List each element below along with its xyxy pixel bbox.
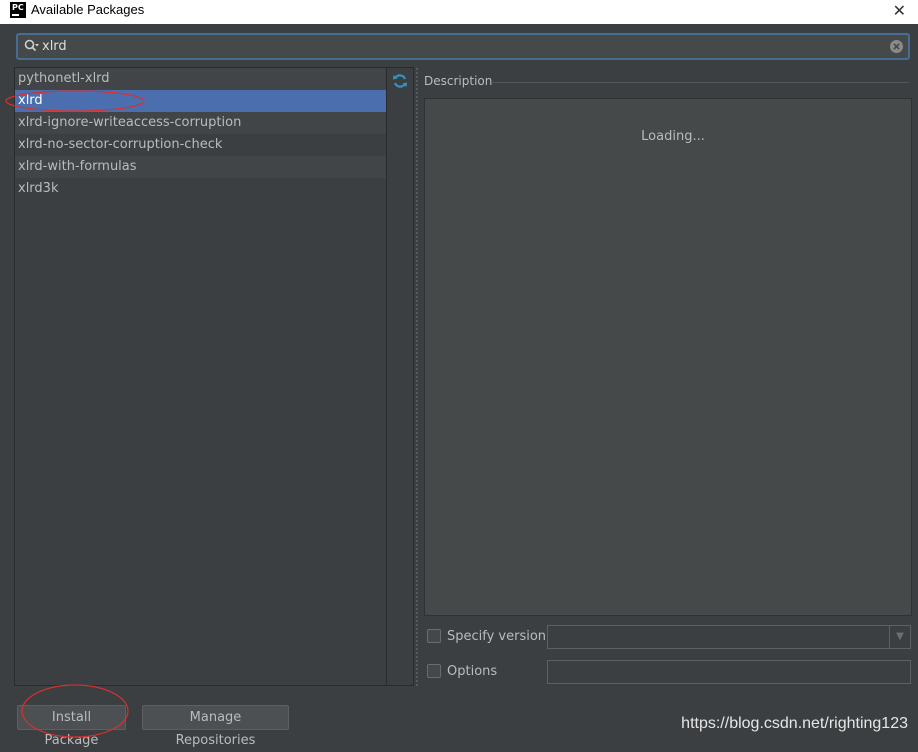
- title-bar: PC Available Packages ✕: [0, 0, 918, 24]
- package-list-item[interactable]: xlrd: [15, 90, 386, 112]
- list-toolbar: [387, 67, 414, 686]
- watermark-text: https://blog.csdn.net/righting123: [681, 715, 908, 732]
- search-icon[interactable]: [24, 39, 40, 53]
- package-list-item[interactable]: xlrd-with-formulas: [15, 156, 386, 178]
- refresh-icon[interactable]: [392, 73, 408, 89]
- chevron-down-icon[interactable]: ▼: [889, 626, 910, 648]
- version-select[interactable]: ▼: [547, 625, 911, 649]
- clear-search-icon[interactable]: [889, 39, 904, 54]
- package-list-item[interactable]: xlrd3k: [15, 178, 386, 200]
- package-list-item[interactable]: xlrd-no-sector-corruption-check: [15, 134, 386, 156]
- manage-repositories-button[interactable]: Manage Repositories: [142, 705, 289, 748]
- specify-version-checkbox[interactable]: [427, 629, 441, 643]
- specify-version-label: Specify version: [447, 629, 547, 644]
- description-panel: Loading...: [424, 98, 912, 616]
- package-list[interactable]: pythonetl-xlrd xlrd xlrd-ignore-writeacces…: [14, 67, 387, 686]
- search-field[interactable]: [16, 33, 910, 60]
- search-input[interactable]: [42, 37, 882, 56]
- splitter[interactable]: [415, 67, 419, 686]
- pycharm-app-icon: PC: [10, 2, 26, 18]
- install-package-button[interactable]: Install Package: [17, 705, 126, 748]
- options-label: Options: [447, 664, 498, 679]
- package-list-item[interactable]: pythonetl-xlrd: [15, 68, 386, 90]
- app-icon-text: PC: [12, 3, 24, 12]
- window-title: Available Packages: [31, 2, 145, 17]
- description-label: Description: [424, 74, 493, 88]
- options-checkbox[interactable]: [427, 664, 441, 678]
- description-divider: [491, 82, 909, 83]
- package-list-item[interactable]: xlrd-ignore-writeaccess-corruption: [15, 112, 386, 134]
- close-icon[interactable]: ✕: [893, 1, 906, 20]
- options-input[interactable]: [547, 660, 911, 684]
- loading-text: Loading...: [641, 129, 705, 144]
